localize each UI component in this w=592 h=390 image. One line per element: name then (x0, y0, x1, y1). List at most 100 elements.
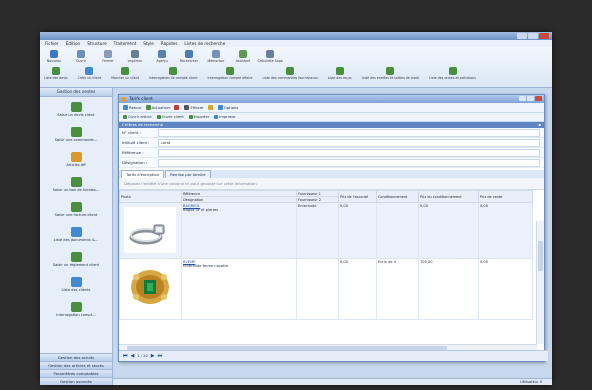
invoice-icon (70, 202, 82, 212)
toolbar-button[interactable]: Effacer (184, 105, 204, 110)
action-button[interactable]: Ouvrir client (156, 115, 184, 119)
ribbon-button[interactable]: Aperçu (152, 50, 172, 63)
sidebar-header[interactable]: Gestion des ventes (40, 88, 112, 97)
toolbar-button[interactable]: Actualiser (145, 105, 170, 110)
col-header-photo[interactable]: Photo (119, 190, 182, 203)
group-by-hint[interactable]: Déposez l'entête d'une colonne ici pour … (119, 178, 544, 190)
ribbon-shortcut-button[interactable]: Liste des reçus (328, 67, 352, 80)
client-name-field[interactable]: carat (158, 138, 540, 147)
ribbon: Nouveau Ouvrir Fermer Imprimer Aperçu Recherc… (40, 47, 552, 88)
toolbar-button[interactable]: Retour (123, 105, 142, 110)
scroll-thumb[interactable] (538, 241, 543, 271)
child-close-button[interactable] (535, 96, 542, 101)
menu-item[interactable]: Structure (87, 41, 106, 46)
toolbar-button[interactable] (207, 105, 214, 110)
child-window-title: Tarifs client (129, 96, 153, 101)
action-button[interactable]: Ouvrir article (123, 115, 152, 119)
action-button[interactable]: Imprimer (214, 115, 236, 119)
table-row[interactable]: BVEME Emeraude forme navette 0,00 Ecrin … (119, 258, 533, 320)
shortcut-icon (169, 67, 178, 75)
first-record-icon[interactable]: ⏮ (123, 353, 128, 359)
designation-field[interactable] (158, 158, 540, 167)
ribbon-button[interactable]: Mémoriser (206, 50, 226, 63)
sidebar-section-achats[interactable]: Gestion des achats (40, 353, 112, 361)
sidebar-item-label: Saisir un bon de livraiso… (52, 188, 100, 192)
ribbon-button[interactable]: Assistant (233, 50, 253, 63)
sidebar-item[interactable]: Saisir un devis client (40, 97, 112, 122)
ribbon-button[interactable]: Fermer (98, 50, 118, 63)
ribbon-shortcut-button[interactable]: Liste des ordres et prévisions (429, 67, 476, 80)
close-button[interactable] (539, 33, 549, 39)
order-icon (70, 127, 82, 137)
col-header-prix-vente[interactable]: Prix de vente (478, 190, 533, 203)
action-label: Ouvrir client (161, 115, 184, 119)
sidebar-section-avancee[interactable]: Gestion avancée (40, 377, 112, 385)
preview-icon (158, 50, 166, 58)
emerald-photo (124, 263, 176, 309)
ribbon-shortcut-label: Liste des ordres et prévisions (429, 76, 476, 80)
sidebar-item[interactable]: Saisir un règlement client (40, 247, 112, 272)
sidebar-item[interactable]: Saisir un bon de livraiso… (40, 172, 112, 197)
toolbar-label: Retour (129, 105, 142, 110)
ribbon-button[interactable]: Rechercher (179, 50, 199, 63)
menu-bar: Fichier Édition Structure Traitement Sty… (40, 40, 552, 47)
sidebar-item[interactable]: Liste des documents &… (40, 222, 112, 247)
maximize-button[interactable] (528, 33, 538, 39)
clients-icon (70, 277, 82, 287)
query-icon (70, 302, 82, 312)
menu-item[interactable]: Traitement (114, 41, 137, 46)
ribbon-button[interactable]: Imprimer (125, 50, 145, 63)
sidebar-section-articles[interactable]: Gestion des articles et stocks (40, 361, 112, 369)
col-header-prix-cond[interactable]: Prix du conditionnement (418, 190, 479, 203)
tab-tarifs-exception[interactable]: Tarifs d'exception (121, 170, 165, 178)
menu-item[interactable]: Fichier (45, 41, 59, 46)
toolbar-button[interactable] (174, 105, 180, 110)
vertical-scrollbar[interactable] (536, 221, 544, 344)
toolbar-button[interactable]: Options (217, 105, 238, 110)
ribbon-shortcut-button[interactable]: Liste des devis (44, 67, 68, 80)
toolbar-icon (123, 105, 128, 110)
previous-record-icon[interactable]: ◀ (131, 353, 135, 359)
ribbon-button[interactable]: Ouvrir (71, 50, 91, 63)
sidebar-item-label: Interrogation compt… (56, 313, 96, 317)
ribbon-button[interactable]: Nouveau (44, 50, 64, 63)
col-header-conditionnement[interactable]: Conditionnement (376, 190, 419, 203)
pin-icon[interactable]: ▪ (538, 122, 541, 128)
sidebar-item[interactable]: Saisir une facture client (40, 197, 112, 222)
main-toolbar: Retour Actualiser Effacer Options (119, 103, 544, 113)
fournisseur-cell: Emeraude (296, 202, 339, 259)
documents-icon (70, 227, 82, 237)
ribbon-shortcut-button[interactable]: Interrogation de compte client (149, 67, 198, 80)
menu-item[interactable]: Listes de recherche (184, 41, 225, 46)
minimize-button[interactable] (517, 33, 527, 39)
ribbon-shortcut-button[interactable]: Liste des commandes fournisseurs (262, 67, 318, 80)
table-row[interactable]: BAGREOL Bague Or et pierres Emeraude 0,0… (119, 202, 533, 259)
shortcut-icon (85, 67, 94, 75)
action-toolbar: Ouvrir article Ouvrir client Exporter Impri… (119, 113, 544, 122)
delivery-icon (70, 177, 82, 187)
sidebar-item[interactable]: Liste des clients (40, 272, 112, 297)
reference-field[interactable] (158, 148, 540, 157)
sidebar-item[interactable]: Interrogation compt… (40, 297, 112, 322)
last-record-icon[interactable]: ⏭ (158, 353, 163, 359)
tab-remise-famille[interactable]: Remise par famille (165, 170, 211, 178)
menu-item[interactable]: Édition (66, 41, 81, 46)
child-maximize-button[interactable] (527, 96, 534, 101)
sidebar-item[interactable]: Articles.dff (40, 147, 112, 172)
sidebar-item[interactable]: Saisir une commande… (40, 122, 112, 147)
ribbon-row-tools: Nouveau Ouvrir Fermer Imprimer Aperçu Recherc… (44, 50, 283, 63)
client-number-field[interactable] (158, 128, 540, 137)
ribbon-shortcut-button[interactable]: Liste des entrées et sorties de stock (362, 67, 419, 80)
prix-vente-cell: 0,00 (478, 258, 533, 320)
ribbon-shortcut-button[interactable]: Marcher un client (111, 67, 139, 80)
ribbon-shortcut-button[interactable]: Interrogation compte affaire (208, 67, 252, 80)
sidebar-section-parametres[interactable]: Paramètres comptables (40, 369, 112, 377)
next-record-icon[interactable]: ▶ (151, 353, 155, 359)
menu-item[interactable]: Style (143, 41, 154, 46)
ribbon-button[interactable]: Calculette Saga (257, 50, 283, 63)
action-button[interactable]: Exporter (188, 115, 209, 119)
ribbon-shortcut-button[interactable]: Créer un client (78, 67, 101, 80)
child-minimize-button[interactable] (519, 96, 526, 101)
menu-item[interactable]: Rapides (161, 41, 178, 46)
col-header-prix-unitaire[interactable]: Prix de l'accordé (338, 190, 377, 203)
